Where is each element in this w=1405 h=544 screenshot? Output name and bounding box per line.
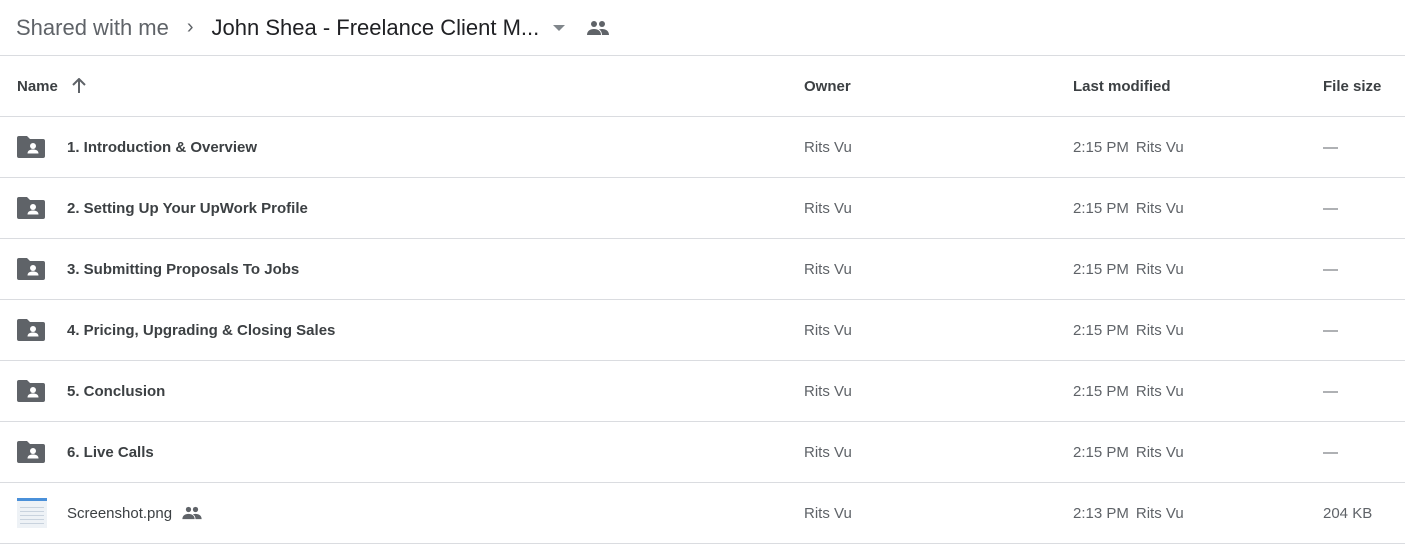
- modified-by: Rits Vu: [1135, 260, 1184, 278]
- modified-time: 2:15 PM: [1073, 260, 1129, 278]
- arrow-up-icon[interactable]: [72, 78, 86, 94]
- file-size: —: [1323, 199, 1338, 217]
- shared-folder-icon: [17, 319, 45, 341]
- column-header-file-size[interactable]: File size: [1323, 78, 1381, 95]
- file-size: —: [1323, 260, 1338, 278]
- table-header: Name Owner Last modified File size: [0, 56, 1405, 117]
- file-name: 2. Setting Up Your UpWork Profile: [67, 199, 308, 217]
- modified-by: Rits Vu: [1135, 443, 1184, 461]
- file-size: —: [1323, 443, 1338, 461]
- file-size: —: [1323, 382, 1338, 400]
- modified-by: Rits Vu: [1135, 382, 1184, 400]
- owner: Rits Vu: [804, 199, 852, 217]
- table-row[interactable]: Screenshot.png Rits Vu 2:13 PM Rits Vu 20…: [0, 483, 1405, 544]
- breadcrumb-current-folder[interactable]: John Shea - Freelance Client M...: [212, 15, 540, 41]
- owner: Rits Vu: [804, 321, 852, 339]
- modified-time: 2:15 PM: [1073, 138, 1129, 156]
- modified-by: Rits Vu: [1135, 504, 1184, 522]
- shared-folder-icon: [17, 380, 45, 402]
- table-row[interactable]: 4. Pricing, Upgrading & Closing Sales Ri…: [0, 300, 1405, 361]
- table-row[interactable]: 3. Submitting Proposals To Jobs Rits Vu …: [0, 239, 1405, 300]
- file-name: 5. Conclusion: [67, 382, 166, 400]
- image-thumbnail-icon: [17, 498, 47, 528]
- owner: Rits Vu: [804, 382, 852, 400]
- shared-folder-icon: [17, 197, 45, 219]
- table-row[interactable]: 1. Introduction & Overview Rits Vu 2:15 …: [0, 117, 1405, 178]
- owner: Rits Vu: [804, 443, 852, 461]
- modified-time: 2:15 PM: [1073, 199, 1129, 217]
- modified-by: Rits Vu: [1135, 321, 1184, 339]
- modified-time: 2:15 PM: [1073, 382, 1129, 400]
- breadcrumb: Shared with me › John Shea - Freelance C…: [0, 0, 1405, 56]
- file-name: 3. Submitting Proposals To Jobs: [67, 260, 300, 278]
- column-header-name-label: Name: [17, 77, 58, 95]
- file-name: 6. Live Calls: [67, 443, 154, 461]
- modified-by: Rits Vu: [1135, 138, 1184, 156]
- breadcrumb-shared-with-me[interactable]: Shared with me: [16, 15, 169, 41]
- owner: Rits Vu: [804, 260, 852, 278]
- shared-folder-icon: [17, 136, 45, 158]
- modified-time: 2:15 PM: [1073, 443, 1129, 461]
- modified-by: Rits Vu: [1135, 199, 1184, 217]
- table-row[interactable]: 2. Setting Up Your UpWork Profile Rits V…: [0, 178, 1405, 239]
- table-row[interactable]: 5. Conclusion Rits Vu 2:15 PM Rits Vu —: [0, 361, 1405, 422]
- modified-time: 2:13 PM: [1073, 504, 1129, 522]
- shared-folder-icon: [17, 441, 45, 463]
- table-row[interactable]: 6. Live Calls Rits Vu 2:15 PM Rits Vu —: [0, 422, 1405, 483]
- column-header-name[interactable]: Name: [17, 78, 86, 95]
- file-size: 204 KB: [1323, 504, 1373, 522]
- shared-people-icon: [182, 506, 202, 520]
- chevron-right-icon: ›: [186, 16, 194, 38]
- chevron-down-icon[interactable]: [553, 24, 566, 31]
- file-size: —: [1323, 138, 1338, 156]
- file-name: 4. Pricing, Upgrading & Closing Sales: [67, 321, 336, 339]
- file-name: Screenshot.png: [67, 504, 173, 522]
- shared-folder-icon: [17, 258, 45, 280]
- column-header-last-modified[interactable]: Last modified: [1073, 78, 1171, 95]
- modified-time: 2:15 PM: [1073, 321, 1129, 339]
- owner: Rits Vu: [804, 138, 852, 156]
- file-name: 1. Introduction & Overview: [67, 138, 258, 156]
- owner: Rits Vu: [804, 504, 852, 522]
- file-size: —: [1323, 321, 1338, 339]
- column-header-owner[interactable]: Owner: [804, 78, 851, 95]
- shared-people-icon: [587, 20, 610, 35]
